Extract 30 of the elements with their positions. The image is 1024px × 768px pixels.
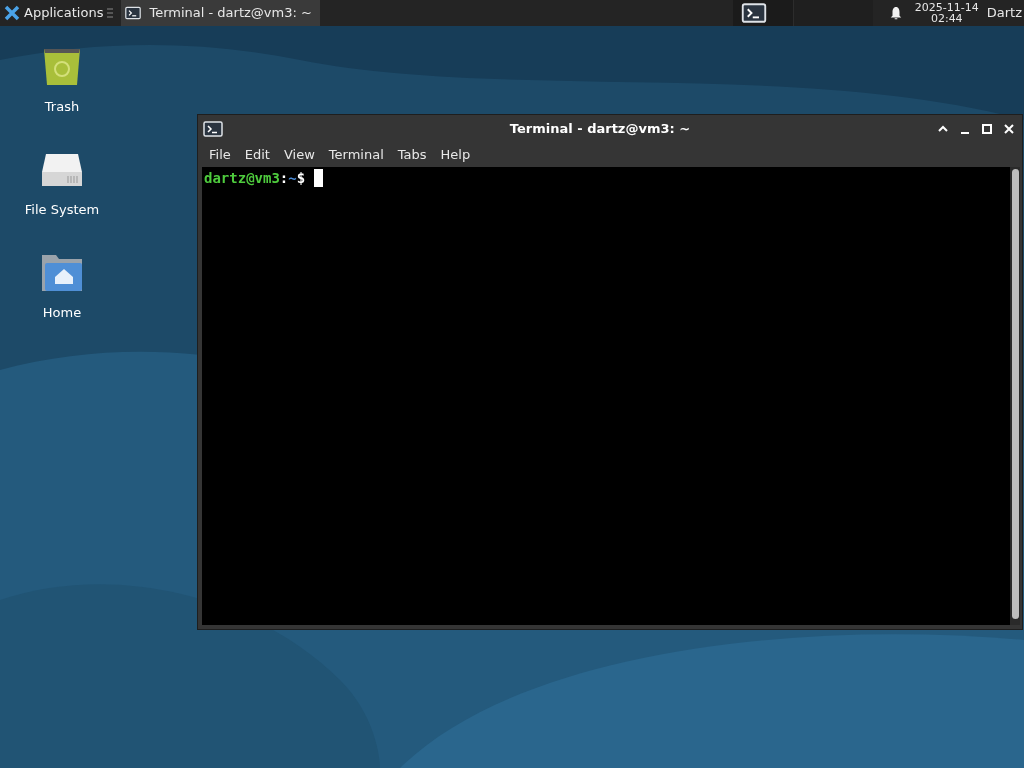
prompt-path: ~ — [288, 169, 297, 187]
close-icon[interactable] — [1003, 123, 1015, 135]
handle-icon[interactable] — [107, 6, 114, 20]
clock-time: 02:44 — [930, 13, 963, 24]
taskbar-button[interactable]: Terminal - dartz@vm3: ~ — [121, 0, 320, 26]
terminal-area[interactable]: dartz@vm3:~$ — [202, 167, 1020, 625]
prompt-separator: : — [279, 169, 289, 187]
applications-menu[interactable]: Applications — [0, 0, 108, 26]
desktop-icon-label[interactable]: Trash — [44, 97, 80, 117]
desktop-icon-label[interactable]: File System — [24, 200, 100, 220]
scrollbar[interactable] — [1010, 167, 1020, 625]
logo-icon — [4, 5, 20, 21]
menu-item[interactable]: Edit — [238, 145, 276, 165]
clock-date: 2025-11-14 — [914, 2, 979, 13]
terminal-icon[interactable] — [125, 5, 142, 21]
window-title: Terminal - dartz@vm3: ~ — [508, 120, 692, 139]
prompt-symbol: $ — [296, 169, 306, 187]
menu-item[interactable]: Help — [434, 145, 477, 165]
terminal-icon[interactable] — [203, 120, 223, 138]
menu-item[interactable]: Terminal — [322, 145, 390, 165]
user-menu[interactable]: Dartz — [986, 0, 1024, 26]
terminal-icon[interactable] — [740, 3, 767, 23]
prompt-user-host: dartz@vm3 — [204, 169, 280, 187]
workspace-switcher[interactable] — [792, 0, 873, 26]
desktop-icon-label[interactable]: Home — [42, 303, 82, 323]
menu-item[interactable]: Tabs — [391, 145, 433, 165]
text-cursor — [314, 169, 324, 187]
maximize-icon[interactable] — [981, 123, 993, 135]
menu-item[interactable]: View — [277, 145, 321, 165]
menu-item[interactable]: File — [203, 145, 237, 165]
